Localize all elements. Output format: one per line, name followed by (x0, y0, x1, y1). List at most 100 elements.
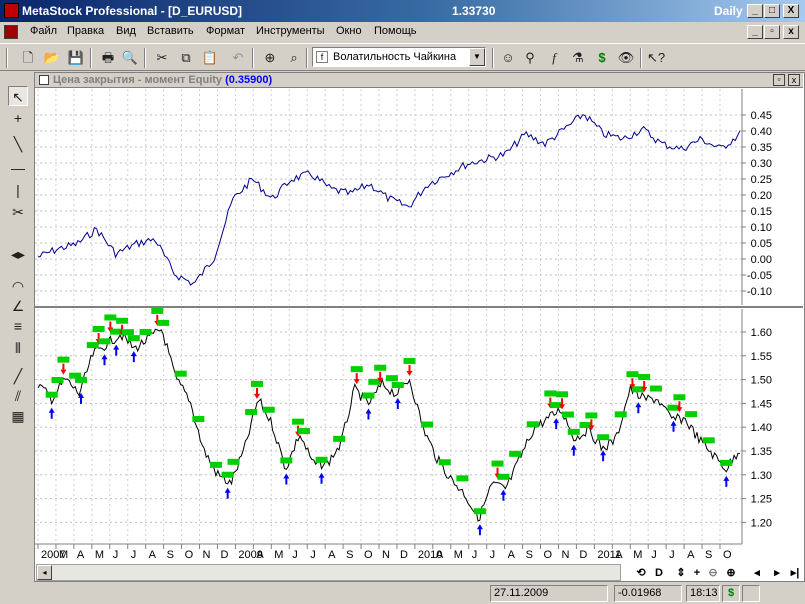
signal-label (673, 394, 686, 401)
chevron-down-icon[interactable]: ▼ (469, 48, 485, 66)
menu-insert[interactable]: Вставить (147, 25, 194, 37)
maximize-button[interactable]: □ (764, 4, 780, 18)
menu-bar: Файл Правка Вид Вставить Формат Инструме… (0, 22, 805, 42)
upper-y-axis: 0.45 0.40 0.35 0.30 0.25 0.20 0.15 0.10 0.05 0.00… (742, 110, 772, 298)
menu-window[interactable]: Окно (336, 25, 362, 37)
app-icon[interactable] (4, 3, 19, 18)
crosshair-tool-icon[interactable]: + (8, 108, 28, 128)
time-zones-icon[interactable]: ⦀ (8, 338, 28, 358)
trendline-icon[interactable]: ╲ (8, 134, 28, 154)
x-tick-label: S (705, 549, 712, 561)
x-tick-label: M (95, 549, 104, 561)
signal-label (86, 342, 99, 349)
zoom-icon[interactable]: ⌕ (284, 48, 304, 68)
copy-icon[interactable]: ⧉ (176, 48, 196, 68)
arc-icon[interactable]: ◠ (8, 276, 28, 296)
cycle-lines-icon[interactable]: ◂▸ (8, 244, 28, 264)
explorer-icon[interactable]: ⚲ (520, 48, 540, 68)
expert-advisor-icon[interactable]: ☺ (498, 48, 518, 68)
child-restore-button[interactable]: ▫ (764, 25, 780, 39)
toolbar-separator (252, 48, 254, 68)
y-tick-label: 1.20 (751, 517, 772, 529)
periodicity-button[interactable]: D (650, 565, 668, 581)
scroll-end-icon[interactable]: ▸| (786, 565, 804, 581)
signal-label (385, 375, 398, 382)
scroll-back-icon[interactable]: ◂ (748, 565, 766, 581)
speed-lines-icon[interactable]: ⫽ (8, 386, 28, 406)
retracement-icon[interactable]: ≡ (8, 316, 28, 336)
zoom-out-icon[interactable]: ⊖ (704, 565, 722, 581)
horizontal-scrollbar[interactable]: ◂ (36, 564, 621, 581)
scroll-left-icon[interactable]: ◂ (37, 565, 52, 580)
close-button[interactable]: X (783, 4, 799, 18)
formula-icon[interactable]: f (544, 48, 564, 68)
chart-svg[interactable]: 0.45 0.40 0.35 0.30 0.25 0.20 0.15 0.10 0.05 0.00… (35, 89, 803, 564)
paste-icon[interactable]: 📋 (200, 48, 220, 68)
x-tick-label: J (651, 549, 657, 561)
menu-format[interactable]: Формат (206, 25, 245, 37)
zoom-reset-icon[interactable]: ⊕ (722, 565, 740, 581)
signal-label (597, 434, 610, 441)
x-tick-label: J (472, 549, 478, 561)
help-pointer-icon[interactable]: ↖? (646, 48, 666, 68)
signal-label (544, 390, 557, 397)
text-tool-icon[interactable]: ✂ (8, 202, 28, 222)
signal-label (473, 508, 486, 515)
fan-icon[interactable]: ∠ (8, 296, 28, 316)
indicator-select[interactable]: f Волатильность Чайкина ▼ (312, 47, 486, 67)
toolbar-separator (6, 48, 8, 68)
buy-arrow (365, 408, 372, 420)
refresh-icon[interactable]: ⟲ (632, 565, 650, 581)
child-close-button[interactable]: x (783, 25, 799, 39)
buy-arrow (600, 450, 607, 462)
signal-label (227, 458, 240, 465)
scroll-forward-icon[interactable]: ▸ (768, 565, 786, 581)
x-tick-label: A (436, 549, 444, 561)
menu-edit[interactable]: Правка (67, 25, 104, 37)
buy-arrow (130, 351, 137, 363)
channel-icon[interactable]: ╱ (8, 366, 28, 386)
signal-label (280, 457, 293, 464)
signal-label (421, 421, 434, 428)
upper-pane-plot[interactable] (35, 89, 742, 305)
new-icon[interactable]: 🗋 (18, 48, 38, 68)
signal-label (585, 412, 598, 419)
menu-tools[interactable]: Инструменты (256, 25, 325, 37)
system-tester-icon[interactable]: ⚗ (568, 48, 588, 68)
document-icon[interactable] (4, 25, 18, 39)
signal-label (638, 374, 651, 381)
buy-arrow (635, 402, 642, 414)
vertical-line-icon[interactable]: | (8, 180, 28, 200)
binoculars-icon[interactable]: 👁 (616, 48, 636, 68)
open-icon[interactable]: 📂 (42, 48, 62, 68)
print-icon[interactable]: 🖶 (98, 48, 118, 68)
save-icon[interactable]: 💾 (66, 48, 86, 68)
x-tick-label: O (723, 549, 732, 561)
print-preview-icon[interactable]: 🔍 (120, 48, 140, 68)
crosshair-icon[interactable]: ⊕ (260, 48, 280, 68)
child-minimize-button[interactable]: _ (747, 25, 763, 39)
pane-checkbox[interactable] (39, 75, 49, 85)
pane-maximize-icon[interactable]: ▫ (773, 74, 785, 86)
pane-close-icon[interactable]: x (788, 74, 800, 86)
x-tick-label: J (310, 549, 316, 561)
undo-icon[interactable]: ↶ (228, 48, 248, 68)
signal-label (556, 391, 569, 398)
cut-icon[interactable]: ✂ (152, 48, 172, 68)
horizontal-line-icon[interactable]: — (8, 158, 28, 178)
dollar-icon[interactable]: $ (592, 48, 612, 68)
lower-grid (35, 309, 742, 544)
status-dollar-icon[interactable]: $ (722, 585, 740, 602)
pointer-icon[interactable]: ↖ (8, 86, 28, 106)
signal-label (127, 335, 140, 342)
menu-view[interactable]: Вид (116, 25, 136, 37)
x-tick-label: S (167, 549, 174, 561)
x-tick-label: A (328, 549, 336, 561)
signal-label (209, 461, 222, 468)
menu-file[interactable]: Файл (30, 25, 57, 37)
signal-label (57, 356, 70, 363)
grid-icon[interactable]: ▦ (8, 406, 28, 426)
minimize-button[interactable]: _ (747, 4, 763, 18)
last-price: 1.33730 (452, 4, 496, 18)
menu-help[interactable]: Помощь (374, 25, 417, 37)
